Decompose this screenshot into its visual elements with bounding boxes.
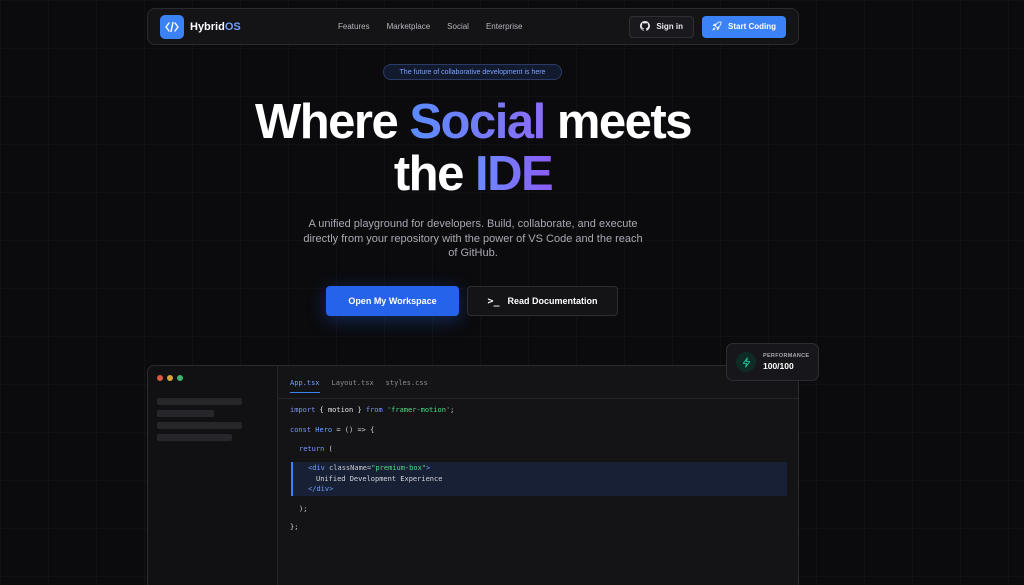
announcement-pill[interactable]: The future of collaborative development … [383, 64, 562, 80]
tab-divider [278, 398, 798, 399]
hero-subtext: A unified playground for developers. Bui… [303, 218, 643, 259]
rocket-icon [712, 21, 722, 33]
performance-label: PERFORMANCE [763, 353, 810, 359]
nav-link-social[interactable]: Social [447, 22, 469, 31]
nav-links: Features Marketplace Social Enterprise [338, 22, 522, 31]
headline-line-2: the IDE [393, 147, 554, 201]
performance-badge: PERFORMANCE 100/100 [726, 343, 819, 381]
start-coding-label: Start Coding [728, 22, 776, 31]
file-tree-placeholder [157, 422, 242, 429]
code-line: </div> [308, 485, 334, 493]
nav-link-marketplace[interactable]: Marketplace [387, 22, 431, 31]
brand-logo[interactable]: HybridOS [160, 14, 241, 39]
code-brackets-icon [160, 14, 184, 39]
headline-line-1: Where Social meets [254, 95, 693, 149]
code-line: }; [290, 523, 299, 531]
tab-app-tsx[interactable]: App.tsx [290, 379, 320, 393]
file-tree-placeholder [157, 410, 214, 417]
editor-sidebar [148, 366, 278, 585]
code-line: <div className="premium-box"> [308, 464, 431, 472]
code-line: ); [299, 505, 308, 513]
sign-in-button[interactable]: Sign in [629, 15, 694, 38]
headline-highlight-social: Social [409, 95, 546, 149]
editor-tabs: App.tsx Layout.tsx styles.css [290, 379, 428, 393]
window-controls [157, 375, 183, 381]
terminal-icon: >_ [487, 295, 500, 307]
headline-highlight-ide: IDE [474, 147, 554, 201]
minimize-dot-icon[interactable] [167, 375, 173, 381]
close-dot-icon[interactable] [157, 375, 163, 381]
nav-link-features[interactable]: Features [338, 22, 370, 31]
code-line: import { motion } from 'framer-motion'; [290, 406, 455, 414]
code-line: const Hero = () => { [290, 426, 375, 434]
read-documentation-label: Read Documentation [507, 296, 598, 306]
top-navbar: HybridOS Features Marketplace Social Ent… [147, 8, 799, 45]
tab-layout-tsx[interactable]: Layout.tsx [332, 379, 374, 393]
code-line: Unified Development Experience [316, 475, 443, 483]
brand-name: HybridOS [190, 20, 241, 33]
github-icon [640, 20, 651, 33]
lightning-icon [736, 352, 756, 372]
tab-styles-css[interactable]: styles.css [386, 379, 428, 393]
code-editor-preview: App.tsx Layout.tsx styles.css import { m… [147, 365, 799, 585]
maximize-dot-icon[interactable] [177, 375, 183, 381]
nav-link-enterprise[interactable]: Enterprise [486, 22, 522, 31]
open-workspace-button[interactable]: Open My Workspace [326, 286, 459, 316]
read-documentation-button[interactable]: >_ Read Documentation [467, 286, 618, 316]
file-tree-placeholder [157, 434, 232, 441]
code-line: return ( [299, 445, 333, 453]
nav-actions: Sign in Start Coding [629, 15, 786, 38]
performance-value: 100/100 [763, 361, 794, 371]
file-tree-placeholder [157, 398, 242, 405]
start-coding-button[interactable]: Start Coding [702, 15, 786, 38]
sign-in-label: Sign in [656, 22, 683, 31]
